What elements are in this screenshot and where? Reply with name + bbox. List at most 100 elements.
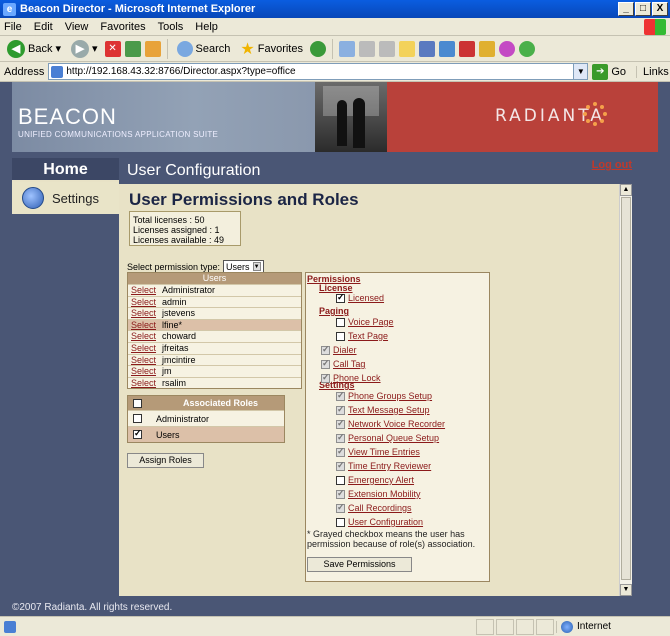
menu-tools[interactable]: Tools <box>158 21 184 33</box>
people-icon[interactable] <box>518 40 535 57</box>
mail-icon[interactable] <box>338 40 355 57</box>
users-header: Users <box>128 273 301 284</box>
permission-link[interactable]: Phone Groups Setup <box>348 391 432 401</box>
menu-help[interactable]: Help <box>195 21 218 33</box>
scroll-down-icon[interactable]: ▼ <box>620 584 632 596</box>
save-permissions-button[interactable]: Save Permissions <box>307 557 412 572</box>
favorites-button[interactable]: ★ Favorites <box>237 39 306 59</box>
address-dropdown-icon[interactable]: ▼ <box>573 64 588 79</box>
permission-checkbox[interactable] <box>321 358 330 369</box>
section-license: License <box>319 283 353 293</box>
role-checkbox[interactable] <box>133 414 142 423</box>
permission-link[interactable]: Personal Queue Setup <box>348 433 439 443</box>
permission-checkbox[interactable] <box>336 317 345 327</box>
go-button[interactable]: ➔ Go <box>592 63 626 80</box>
permission-checkbox[interactable] <box>336 418 345 429</box>
edit-icon[interactable] <box>378 40 395 57</box>
close-button[interactable]: X <box>652 2 668 16</box>
permission-item: Call Recordings <box>336 502 412 513</box>
select-user-link[interactable]: Select <box>128 343 160 354</box>
refresh-icon[interactable] <box>124 40 141 57</box>
permission-checkbox[interactable] <box>336 331 345 341</box>
maximize-button[interactable]: □ <box>635 2 651 16</box>
permission-item: Voice Page <box>336 317 394 327</box>
search-button[interactable]: Search <box>174 40 234 57</box>
select-user-link[interactable]: Select <box>128 366 160 377</box>
select-all-roles-checkbox[interactable] <box>133 398 142 408</box>
folder-icon[interactable] <box>398 40 415 57</box>
address-label: Address <box>4 65 45 78</box>
table-row: Select jmcintire <box>128 353 301 366</box>
back-button[interactable]: ◀ Back ▾ <box>4 39 64 58</box>
home-icon[interactable] <box>144 40 161 57</box>
permission-link[interactable]: Text Message Setup <box>348 405 430 415</box>
permission-link[interactable]: Time Entry Reviewer <box>348 461 431 471</box>
select-user-link[interactable]: Select <box>128 297 160 308</box>
address-input[interactable]: http://192.168.43.32:8766/Director.aspx?… <box>48 63 589 80</box>
window-title: Beacon Director - Microsoft Internet Exp… <box>20 3 256 15</box>
permission-link[interactable]: Call Recordings <box>348 503 412 513</box>
permission-link[interactable]: View Time Entries <box>348 447 420 457</box>
permission-link[interactable]: Call Tag <box>333 359 365 369</box>
search-icon <box>176 40 193 57</box>
menu-view[interactable]: View <box>65 21 89 33</box>
window-titlebar: e Beacon Director - Microsoft Internet E… <box>0 0 670 18</box>
messenger-icon[interactable] <box>418 40 435 57</box>
permission-checkbox[interactable] <box>336 488 345 499</box>
yahoo-icon[interactable] <box>458 40 475 57</box>
scroll-thumb[interactable] <box>621 197 631 580</box>
gift-icon[interactable] <box>478 40 495 57</box>
nav-home[interactable]: Home <box>12 158 119 182</box>
permission-checkbox[interactable] <box>321 344 330 355</box>
permission-link[interactable]: Extension Mobility <box>348 489 421 499</box>
links-button[interactable]: Links <box>636 65 669 78</box>
menu-edit[interactable]: Edit <box>34 21 53 33</box>
permission-link[interactable]: Voice Page <box>348 317 394 327</box>
role-checkbox[interactable] <box>133 428 142 439</box>
logout-link[interactable]: Log out <box>592 159 632 171</box>
select-user-link[interactable]: Select <box>128 331 160 342</box>
assign-roles-button[interactable]: Assign Roles <box>127 453 204 468</box>
minimize-button[interactable]: _ <box>618 2 634 16</box>
permission-item: Dialer <box>321 344 357 355</box>
permission-checkbox[interactable] <box>336 292 345 303</box>
permission-link[interactable]: Text Page <box>348 331 388 341</box>
select-user-link[interactable]: Select <box>128 308 160 319</box>
menu-file[interactable]: File <box>4 21 22 33</box>
select-user-link[interactable]: Select <box>128 355 160 366</box>
permission-link[interactable]: Emergency Alert <box>348 475 414 485</box>
scrollbar[interactable]: ▲ ▼ <box>619 184 632 596</box>
permission-link[interactable]: Phone Lock <box>333 373 381 383</box>
permission-link[interactable]: User Configuration <box>348 517 423 527</box>
table-row: Select choward <box>128 330 301 342</box>
media-icon[interactable] <box>309 40 326 57</box>
select-user-link[interactable]: Select <box>128 320 160 331</box>
scroll-up-icon[interactable]: ▲ <box>620 184 632 196</box>
chat-icon[interactable] <box>498 40 515 57</box>
menu-favorites[interactable]: Favorites <box>100 21 145 33</box>
permission-link[interactable]: Licensed <box>348 293 384 303</box>
select-user-link[interactable]: Select <box>128 378 160 389</box>
table-row: Select jfreitas <box>128 341 301 354</box>
stop-icon[interactable]: ✕ <box>104 40 121 57</box>
forward-button[interactable]: ▶ ▾ <box>68 39 101 58</box>
print-icon[interactable] <box>358 40 375 57</box>
permission-checkbox[interactable] <box>336 390 345 401</box>
permission-checkbox[interactable] <box>336 432 345 443</box>
permission-checkbox[interactable] <box>336 446 345 457</box>
permission-checkbox[interactable] <box>336 404 345 415</box>
select-user-link[interactable]: Select <box>128 285 160 296</box>
page-status-icon <box>4 620 16 633</box>
permission-checkbox[interactable] <box>336 460 345 471</box>
banner-photo <box>315 82 387 152</box>
permission-checkbox[interactable] <box>336 475 345 485</box>
nav-settings[interactable]: Settings <box>12 182 119 214</box>
permission-link[interactable]: Dialer <box>333 345 357 355</box>
permission-link[interactable]: Network Voice Recorder <box>348 419 445 429</box>
permission-checkbox[interactable] <box>336 517 345 527</box>
table-row: Select jstevens <box>128 307 301 319</box>
permission-checkbox[interactable] <box>321 372 330 383</box>
permission-checkbox[interactable] <box>336 502 345 513</box>
research-icon[interactable] <box>438 40 455 57</box>
product-logo: BEACON <box>18 104 117 129</box>
